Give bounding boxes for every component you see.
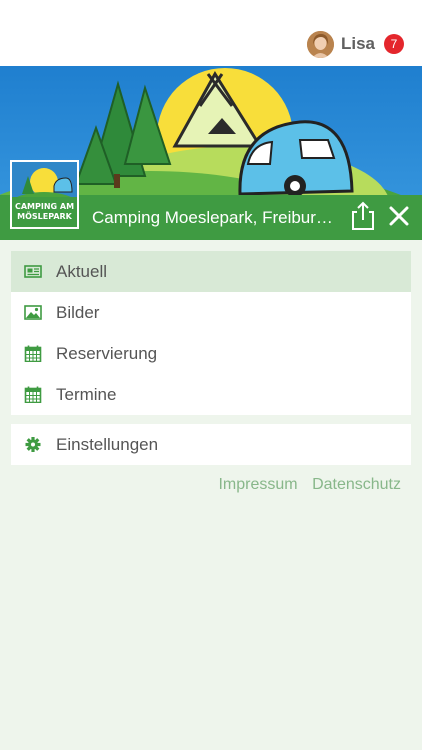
- close-icon: [389, 206, 409, 226]
- logo-text-line2: MÖSLEPARK: [17, 212, 72, 221]
- image-icon: [24, 304, 42, 321]
- share-icon: [352, 201, 374, 230]
- user-name[interactable]: Lisa: [341, 34, 375, 54]
- user-account[interactable]: Lisa 7: [306, 29, 404, 59]
- share-button[interactable]: [350, 201, 376, 231]
- datenschutz-link[interactable]: Datenschutz: [312, 476, 401, 493]
- menu-item-label: Aktuell: [56, 261, 108, 281]
- logo-text-line1: CAMPING AM: [14, 202, 75, 211]
- gear-icon: [24, 436, 42, 453]
- notification-badge[interactable]: 7: [384, 34, 404, 54]
- menu-item-label: Termine: [56, 384, 117, 404]
- menu-item-label: Reservierung: [56, 343, 158, 363]
- menu-item-aktuell[interactable]: Aktuell: [11, 251, 411, 292]
- menu-item-bilder[interactable]: Bilder: [11, 292, 411, 333]
- main-menu: Aktuell Bilder Reservierung Termine: [11, 251, 411, 415]
- campsite-logo: CAMPING AM MÖSLEPARK: [10, 160, 79, 229]
- avatar[interactable]: [306, 30, 334, 58]
- footer-links: Impressum Datenschutz: [208, 476, 401, 494]
- calendar-icon: [24, 345, 42, 363]
- impressum-link[interactable]: Impressum: [218, 476, 297, 493]
- newspaper-icon: [24, 263, 42, 280]
- menu-item-termine[interactable]: Termine: [11, 374, 411, 415]
- calendar-icon: [24, 386, 42, 404]
- menu-item-einstellungen[interactable]: Einstellungen: [11, 424, 411, 465]
- settings-menu: Einstellungen: [11, 424, 411, 465]
- menu-item-label: Einstellungen: [56, 434, 159, 454]
- page-title: Camping Moeslepark, Freiburg im Breisgau: [92, 208, 342, 227]
- menu-item-label: Bilder: [56, 302, 100, 322]
- close-button[interactable]: [386, 203, 412, 229]
- menu-item-reservierung[interactable]: Reservierung: [11, 333, 411, 374]
- top-bar: Lisa 7: [0, 0, 422, 66]
